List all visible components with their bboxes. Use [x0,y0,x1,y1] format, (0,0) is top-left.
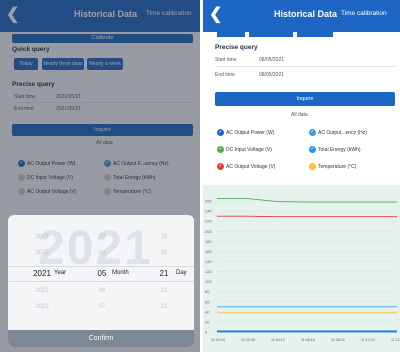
x-tick-label: 11:12:28 [391,338,400,342]
picker-day-option[interactable]: 22 [144,288,184,294]
y-tick-label: 60 [205,299,210,304]
y-tick-label: 80 [205,289,210,294]
picker-year-option[interactable]: 2020 [22,250,62,256]
x-tick-label: 11:10:24 [361,338,375,342]
confirm-button[interactable]: Confirm [8,330,194,347]
y-tick-label: 0 [205,330,208,335]
y-tick-label: 140 [205,259,212,264]
year-unit-label: Year [54,270,67,276]
y-tick-label: 100 [205,279,212,284]
left-screen: ❮ Historical Data Time calibration Calib… [0,0,200,352]
y-tick-label: 240 [205,209,212,214]
y-tick-label: 40 [205,309,210,314]
x-tick-label: 11:00:04 [211,338,225,342]
picker-day-option[interactable]: 20 [144,250,184,256]
y-tick-label: 160 [205,249,212,254]
history-line-chart: 0 20 40 60 80 100 120 140 160 180 200 220 240 260 11:0… [205,198,400,342]
y-tick-label: 260 [205,199,212,204]
right-screen: ❮ Historical Data Time calibration Preci… [203,0,400,352]
x-tick-label: 11:08:20 [331,338,345,342]
series-line-1 [217,215,397,218]
month-unit-label: Month [112,270,129,276]
picker-day-option[interactable]: 23 [144,304,184,310]
picker-year-option[interactable]: 2022 [22,288,62,294]
picker-year-option[interactable]: 2023 [22,304,62,310]
picker-month-option[interactable]: 06 [82,288,122,294]
day-unit-label: Day [176,270,187,276]
x-tick-label: 11:02:08 [241,338,255,342]
y-tick-label: 120 [205,269,212,274]
picker-month-option[interactable]: 04 [82,250,122,256]
y-tick-label: 180 [205,239,212,244]
y-tick-label: 20 [205,319,210,324]
x-tick-label: 11:06:16 [301,338,315,342]
x-tick-label: 11:04:12 [271,338,285,342]
y-tick-label: 220 [205,219,212,224]
picker-year-option[interactable]: 2019 [22,234,62,240]
y-tick-label: 200 [205,229,212,234]
picker-day-option[interactable]: 19 [144,234,184,240]
picker-month-option[interactable]: 07 [82,304,122,310]
series-line-0 [217,198,397,203]
picker-month-option[interactable]: 03 [82,234,122,240]
